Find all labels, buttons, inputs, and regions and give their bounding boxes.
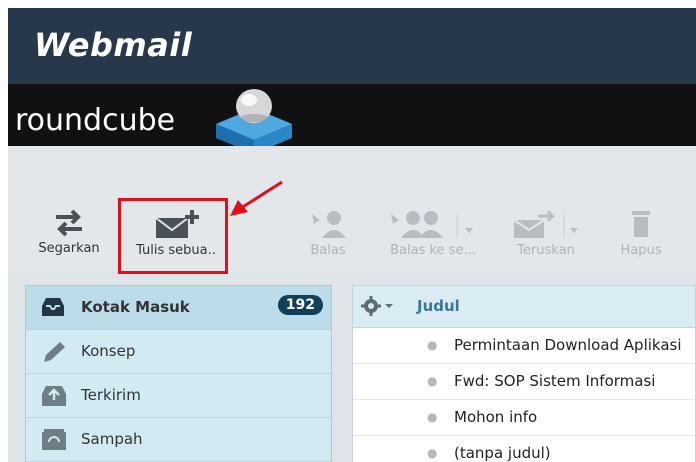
reply-button[interactable]: Balas (298, 208, 358, 258)
status-dot-icon: ● (427, 446, 438, 460)
folder-list: Kotak Masuk 192 Konsep Terkirim Sampah (25, 285, 332, 462)
sent-icon (42, 386, 66, 406)
roundcube-logo-text: roundcube (15, 103, 176, 138)
status-dot-icon: ● (427, 410, 438, 424)
refresh-icon (56, 209, 82, 237)
message-list: Judul ● Permintaan Download Aplikasi ● F… (352, 285, 696, 462)
unread-count-badge: 192 (277, 295, 323, 315)
message-subject: Mohon info (454, 408, 538, 426)
forward-icon (513, 210, 578, 238)
message-row[interactable]: ● Mohon info (353, 400, 695, 436)
webmail-logo: Webmail (34, 26, 193, 64)
reply-all-label: Balas ke se... (390, 243, 476, 258)
forward-button[interactable]: Teruskan (506, 208, 586, 258)
folder-name-inbox: Kotak Masuk (81, 298, 190, 316)
inbox-icon (42, 298, 64, 316)
gear-icon[interactable] (361, 295, 395, 317)
status-dot-icon: ● (427, 338, 438, 352)
message-subject: Permintaan Download Aplikasi (454, 336, 682, 354)
message-subject: (tanpa judul) (454, 444, 551, 462)
reply-label: Balas (310, 243, 346, 258)
message-list-header: Judul (353, 286, 695, 328)
status-dot-icon: ● (427, 374, 438, 388)
folder-name-trash: Sampah (81, 430, 143, 448)
annotation-arrow-icon (230, 180, 283, 216)
delete-label: Hapus (620, 243, 662, 258)
reply-icon (312, 211, 346, 238)
refresh-button[interactable]: Segarkan (34, 208, 104, 256)
message-row[interactable]: ● (tanpa judul) (353, 436, 695, 462)
message-row[interactable]: ● Permintaan Download Aplikasi (353, 328, 695, 364)
folder-item-drafts[interactable]: Konsep (26, 330, 331, 374)
folder-item-inbox[interactable]: Kotak Masuk 192 (26, 286, 331, 330)
trash-icon (632, 211, 650, 237)
pencil-icon (44, 342, 65, 362)
highlight-box (118, 198, 228, 274)
reply-all-button[interactable]: Balas ke se... (380, 208, 486, 258)
message-subject: Fwd: SOP Sistem Informasi (454, 372, 656, 390)
refresh-label: Segarkan (38, 241, 100, 256)
folder-item-trash[interactable]: Sampah (26, 418, 331, 462)
message-row[interactable]: ● Fwd: SOP Sistem Informasi (353, 364, 695, 400)
reply-all-icon (391, 211, 473, 238)
subject-column-header[interactable]: Judul (417, 297, 460, 315)
delete-button[interactable]: Hapus (614, 208, 668, 258)
folder-name-drafts: Konsep (81, 342, 136, 360)
forward-label: Teruskan (517, 243, 575, 258)
top-banner: Webmail (8, 8, 696, 84)
folder-name-sent: Terkirim (81, 386, 141, 404)
trash-folder-icon (42, 429, 66, 450)
folder-item-sent[interactable]: Terkirim (26, 374, 331, 418)
